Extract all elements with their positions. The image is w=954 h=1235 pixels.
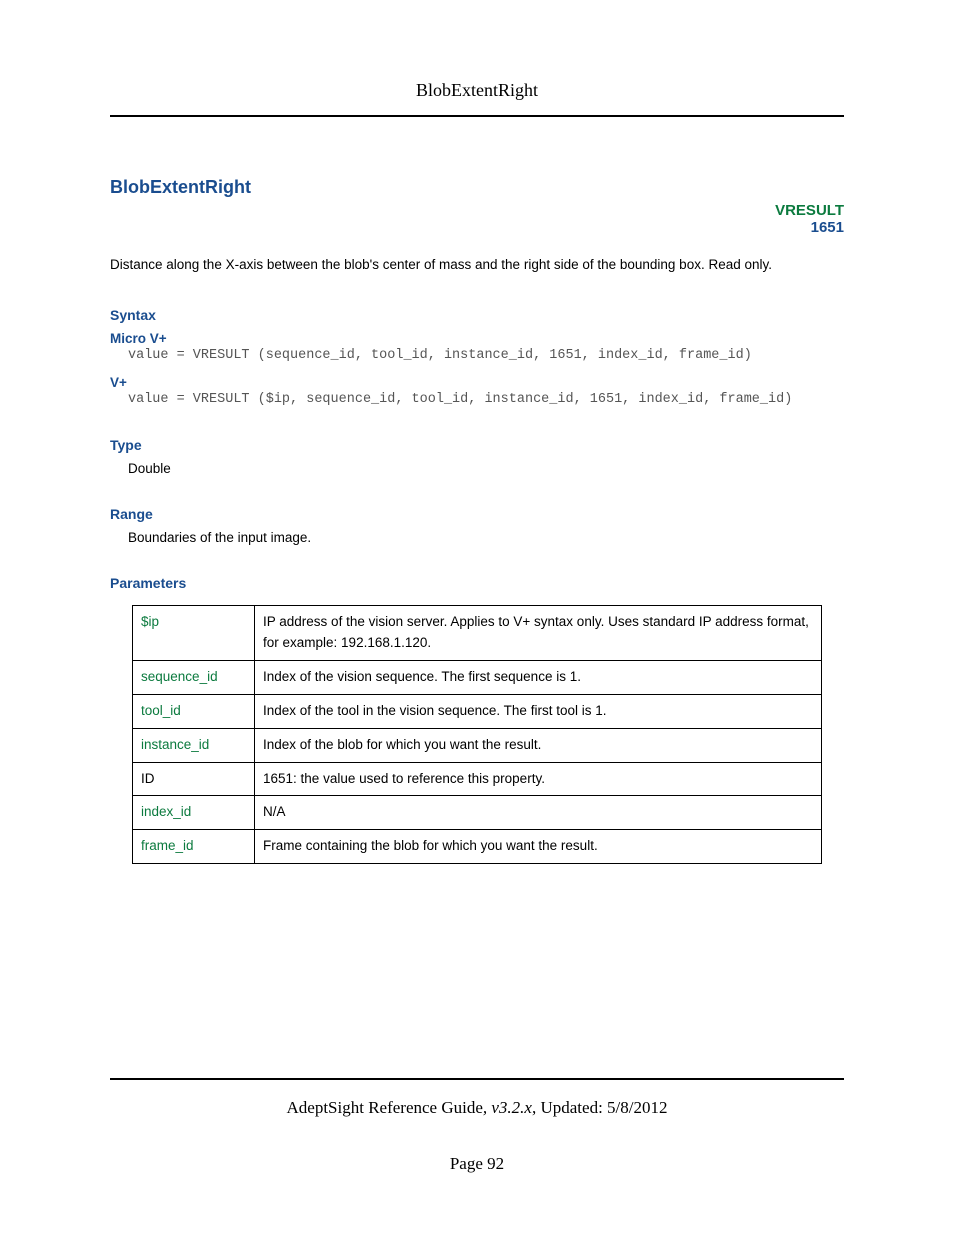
param-name-cell: sequence_id <box>133 660 255 694</box>
param-name-cell: instance_id <box>133 728 255 762</box>
vplus-label: V+ <box>110 375 844 390</box>
type-heading: Type <box>110 437 844 453</box>
type-value: Double <box>128 461 844 476</box>
param-desc-cell: Frame containing the blob for which you … <box>255 830 822 864</box>
param-name-cell: ID <box>133 762 255 796</box>
param-desc-cell: 1651: the value used to reference this p… <box>255 762 822 796</box>
param-desc-cell: Index of the tool in the vision sequence… <box>255 694 822 728</box>
table-row: sequence_idIndex of the vision sequence.… <box>133 660 822 694</box>
table-row: ID1651: the value used to reference this… <box>133 762 822 796</box>
page-header: BlobExtentRight <box>110 80 844 117</box>
micro-v-label: Micro V+ <box>110 331 844 346</box>
property-code: VRESULT <box>110 202 844 219</box>
param-name-cell: tool_id <box>133 694 255 728</box>
range-section: Range Boundaries of the input image. <box>110 506 844 545</box>
table-row: index_idN/A <box>133 796 822 830</box>
param-desc-cell: N/A <box>255 796 822 830</box>
table-row: tool_idIndex of the tool in the vision s… <box>133 694 822 728</box>
syntax-heading: Syntax <box>110 307 844 323</box>
footer-guide-suffix: , Updated: 5/8/2012 <box>532 1098 668 1117</box>
syntax-section: Syntax Micro V+ value = VRESULT (sequenc… <box>110 307 844 407</box>
range-heading: Range <box>110 506 844 522</box>
footer-guide-prefix: AdeptSight Reference Guide <box>287 1098 483 1117</box>
description-text: Distance along the X-axis between the bl… <box>110 254 844 277</box>
parameters-table: $ipIP address of the vision server. Appl… <box>132 605 822 864</box>
footer-citation: AdeptSight Reference Guide, v3.2.x, Upda… <box>110 1078 844 1118</box>
table-row: instance_idIndex of the blob for which y… <box>133 728 822 762</box>
param-desc-cell: IP address of the vision server. Applies… <box>255 605 822 660</box>
param-desc-cell: Index of the vision sequence. The first … <box>255 660 822 694</box>
parameters-section: Parameters $ipIP address of the vision s… <box>110 575 844 864</box>
param-name-cell: frame_id <box>133 830 255 864</box>
main-title: BlobExtentRight <box>110 177 844 198</box>
range-value: Boundaries of the input image. <box>128 530 844 545</box>
vplus-code: value = VRESULT ($ip, sequence_id, tool_… <box>128 392 844 407</box>
footer-guide-version: , v3.2.x <box>483 1098 532 1117</box>
parameters-heading: Parameters <box>110 575 844 591</box>
table-row: frame_idFrame containing the blob for wh… <box>133 830 822 864</box>
table-row: $ipIP address of the vision server. Appl… <box>133 605 822 660</box>
micro-v-code: value = VRESULT (sequence_id, tool_id, i… <box>128 348 844 363</box>
param-desc-cell: Index of the blob for which you want the… <box>255 728 822 762</box>
type-section: Type Double <box>110 437 844 476</box>
page-number: Page 92 <box>110 1154 844 1174</box>
param-name-cell: $ip <box>133 605 255 660</box>
param-name-cell: index_id <box>133 796 255 830</box>
property-id: 1651 <box>110 219 844 236</box>
